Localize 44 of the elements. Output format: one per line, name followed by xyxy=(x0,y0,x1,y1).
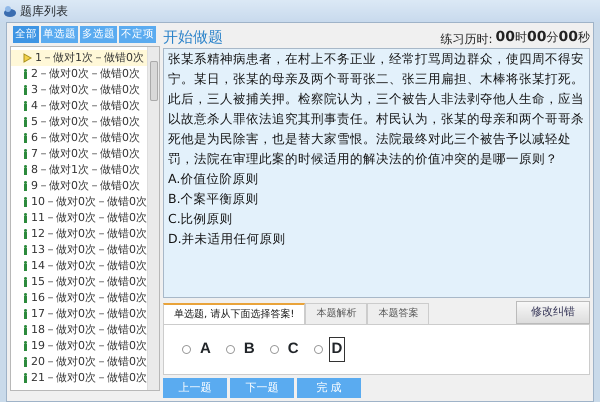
timer-value: 00时00分00秒 xyxy=(496,28,590,47)
answer-option-text: C.比例原则 xyxy=(168,210,233,228)
question-list-item[interactable]: 20－做对0次－做错0次 xyxy=(11,354,147,370)
question-list-item[interactable]: 18－做对0次－做错0次 xyxy=(11,322,147,338)
timer-label: 练习历时: xyxy=(440,31,493,48)
app-icon xyxy=(3,4,17,18)
answer-option-text: D.并未适用任何原则 xyxy=(168,230,286,248)
answer-option-text: B.个案平衡原则 xyxy=(168,190,259,208)
question-list-item[interactable]: 13－做对0次－做错0次 xyxy=(11,242,147,258)
scrollbar[interactable] xyxy=(147,47,159,390)
question-list-item[interactable]: 21－做对0次－做错0次 xyxy=(11,370,147,386)
option-label: B xyxy=(242,339,256,360)
radio-button[interactable] xyxy=(314,344,323,354)
tab[interactable]: 本题解析 xyxy=(305,302,368,324)
question-list-item[interactable]: 9－做对0次－做错0次 xyxy=(11,178,147,194)
question-list-item[interactable]: 10－做对0次－做错0次 xyxy=(11,194,147,210)
correct-error-button[interactable]: 修改纠错 xyxy=(516,301,590,324)
question-list-item[interactable]: 5－做对0次－做错0次 xyxy=(11,114,147,130)
radio-button[interactable] xyxy=(270,344,279,354)
answer-option-text: A.价值位阶原则 xyxy=(168,170,258,188)
question-list-item[interactable]: 4－做对0次－做错0次 xyxy=(11,98,147,114)
radio-button[interactable] xyxy=(226,344,235,354)
question-list-item[interactable]: 17－做对0次－做错0次 xyxy=(11,306,147,322)
option-label: D xyxy=(328,337,346,362)
question-list-item[interactable]: 19－做对0次－做错0次 xyxy=(11,338,147,354)
question-list-item[interactable]: 3－做对0次－做错0次 xyxy=(11,82,147,98)
radio-button[interactable] xyxy=(182,344,191,354)
question-list-item[interactable]: 16－做对0次－做错0次 xyxy=(11,290,147,306)
question-list-item[interactable]: 8－做对1次－做错0次 xyxy=(11,162,147,178)
section-title: 开始做题 xyxy=(163,26,223,48)
question-list-item[interactable]: 14－做对0次－做错0次 xyxy=(11,258,147,274)
tab[interactable]: 本题答案 xyxy=(367,302,430,324)
question-list-item[interactable]: 15－做对0次－做错0次 xyxy=(11,274,147,290)
question-list-item[interactable]: 1－做对1次－做错0次 xyxy=(11,50,147,66)
question-list-item[interactable]: 12－做对0次－做错0次 xyxy=(11,226,147,242)
question-list-item[interactable]: 6－做对0次－做错0次 xyxy=(11,130,147,146)
window-title: 题库列表 xyxy=(20,3,68,20)
question-list-item[interactable]: 7－做对0次－做错0次 xyxy=(11,146,147,162)
option-label: C xyxy=(286,339,300,360)
question-list-item[interactable]: 2－做对0次－做错0次 xyxy=(11,66,147,82)
question-text: 张某系精神病患者，在村上不务正业，经常打骂周边群众，使四周不得安宁。某日，张某的母亲及两个哥哥张二、张三用扁担、木棒将张某打死。此后，三人被捕关押。检察院认为，三个被告人非法剥夺他人生命，应当以故意杀人罪依法追究其刑事责任。村民认为，张某的母亲和两个哥哥杀死他是为民除害，也是替大家雪恨。法院最终对此三个被告予以减轻处罚，法院在审理此案的时候适用的解决法的价值冲突的是哪一原则？ xyxy=(168,50,585,168)
option-label: A xyxy=(199,339,212,360)
tab[interactable]: 单选题, 请从下面选择答案! xyxy=(163,302,306,324)
question-list-item[interactable]: 11－做对0次－做错0次 xyxy=(11,210,147,226)
